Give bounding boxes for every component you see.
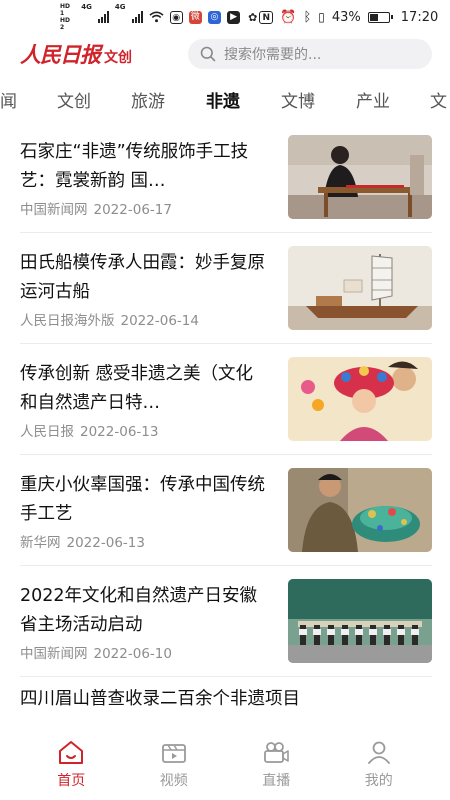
tab-intangible-heritage[interactable]: 非遗 <box>206 87 240 112</box>
wifi-icon <box>148 11 164 23</box>
article-thumbnail-artisan <box>288 135 432 219</box>
tab-industry[interactable]: 产业 <box>356 87 390 112</box>
clock: 17:20 <box>400 9 439 25</box>
article-card[interactable]: 四川眉山普查收录二百余个非遗项目 <box>20 677 432 730</box>
article-meta: 中国新闻网 2022-06-17 <box>20 198 172 218</box>
alarm-icon: ⏰ <box>280 9 297 25</box>
sim-indicator: HD 1 HD 2 <box>60 3 75 31</box>
network-type-2: 4G <box>114 3 126 11</box>
tab-label: 文博 <box>281 92 315 112</box>
article-card[interactable]: 重庆小伙辜国强：传承中国传统手工艺 新华网 2022-06-13 <box>20 455 432 565</box>
nav-label: 直播 <box>262 773 291 789</box>
article-card[interactable]: 石家庄“非遗”传统服饰手工技艺：霓裳新韵 国… 中国新闻网 2022-06-17 <box>20 122 432 232</box>
article-meta: 新华网 2022-06-13 <box>20 531 145 551</box>
tab-label: 旅游 <box>131 92 165 112</box>
person-icon <box>364 738 394 766</box>
tab-wenchuang[interactable]: 文创 <box>57 87 91 112</box>
article-feed: 石家庄“非遗”传统服饰手工技艺：霓裳新韵 国… 中国新闻网 2022-06-17 … <box>0 122 450 730</box>
tab-news[interactable]: 闻 <box>0 87 17 112</box>
status-bar: HD 1 HD 2 4G 4G ◉ 微 ◎ ▶ ✿ N ⏰ ᛒ ▯ 43% 17… <box>0 0 450 34</box>
nav-live[interactable]: 直播 <box>241 738 311 800</box>
vibrate-icon: ▯ <box>318 10 325 24</box>
article-thumbnail-craftsman <box>288 468 432 552</box>
huawei-icon: ✿ <box>248 10 258 24</box>
article-card[interactable]: 田氏船模传承人田霞：妙手复原运河古船 人民日报海外版 2022-06-14 <box>20 233 432 343</box>
notification-app-icon: ◉ <box>169 10 183 24</box>
camera-icon <box>261 738 291 766</box>
nfc-icon: N <box>259 10 274 24</box>
video-icon <box>159 738 189 766</box>
battery-fill <box>369 13 379 21</box>
article-card[interactable]: 2022年文化和自然遗产日安徽省主场活动启动 中国新闻网 2022-06-10 <box>20 566 432 676</box>
tab-label: 闻 <box>0 92 17 112</box>
article-date: 2022-06-17 <box>93 202 172 218</box>
app-logo[interactable]: 人民日报 文创 <box>20 39 180 69</box>
article-title: 四川眉山普查收录二百余个非遗项目 <box>20 689 300 709</box>
signal-icon <box>97 11 109 23</box>
battery-icon <box>367 11 393 23</box>
logo-sub-text: 文创 <box>104 50 132 66</box>
nav-label: 视频 <box>159 773 188 789</box>
tab-label: 非遗 <box>206 92 240 112</box>
tab-culture[interactable]: 文 <box>430 87 447 112</box>
nav-label: 我的 <box>364 773 393 789</box>
home-icon <box>56 738 86 766</box>
battery-percent: 43% <box>331 9 361 25</box>
app-header: 人民日报 文创 搜索你需要的... <box>0 34 450 74</box>
article-title: 重庆小伙辜国强：传承中国传统手工艺 <box>20 475 265 524</box>
tab-label: 产业 <box>356 92 390 112</box>
article-date: 2022-06-13 <box>80 424 159 440</box>
logo-main-text: 人民日报 <box>20 42 101 67</box>
play-app-icon: ▶ <box>227 10 241 24</box>
tab-label: 文创 <box>57 92 91 112</box>
article-date: 2022-06-13 <box>66 535 145 551</box>
search-placeholder: 搜索你需要的... <box>224 47 322 63</box>
baidu-icon: ◎ <box>207 10 221 24</box>
nav-video[interactable]: 视频 <box>139 738 209 800</box>
tab-travel[interactable]: 旅游 <box>131 87 165 112</box>
weibo-icon: 微 <box>188 10 202 24</box>
status-right: N ⏰ ᛒ ▯ 43% 17:20 <box>259 10 438 25</box>
search-bar[interactable]: 搜索你需要的... <box>188 39 432 69</box>
article-source: 新华网 <box>20 535 61 551</box>
bluetooth-icon: ᛒ <box>303 9 312 25</box>
article-source: 中国新闻网 <box>20 202 88 218</box>
article-meta: 人民日报 2022-06-13 <box>20 420 158 440</box>
article-source: 人民日报海外版 <box>20 313 115 329</box>
tab-museum[interactable]: 文博 <box>281 87 315 112</box>
article-title: 田氏船模传承人田霞：妙手复原运河古船 <box>20 253 265 302</box>
bottom-navigation: 首页 视频 直播 我的 <box>0 730 450 800</box>
network-type-1: 4G <box>81 3 92 11</box>
nav-label: 首页 <box>57 773 86 789</box>
article-title: 传承创新 感受非遗之美（文化和自然遗产日特… <box>20 364 254 413</box>
article-source: 中国新闻网 <box>20 646 88 662</box>
search-icon <box>200 46 216 62</box>
nav-home[interactable]: 首页 <box>36 738 106 800</box>
article-thumbnail-opera <box>288 357 432 441</box>
article-thumbnail-ship-model <box>288 246 432 330</box>
status-left: HD 1 HD 2 4G 4G ◉ 微 ◎ ▶ ✿ <box>60 3 259 31</box>
article-meta: 中国新闻网 2022-06-10 <box>20 642 172 662</box>
hd1-label: HD 1 <box>60 3 71 17</box>
article-card[interactable]: 传承创新 感受非遗之美（文化和自然遗产日特… 人民日报 2022-06-13 <box>20 344 432 454</box>
article-meta: 人民日报海外版 2022-06-14 <box>20 309 199 329</box>
signal-icon <box>131 11 143 23</box>
category-tabs: 闻 文创 旅游 非遗 文博 产业 文 <box>0 82 450 116</box>
nav-profile[interactable]: 我的 <box>344 738 414 800</box>
article-title: 2022年文化和自然遗产日安徽省主场活动启动 <box>20 586 258 635</box>
article-title: 石家庄“非遗”传统服饰手工技艺：霓裳新韵 国… <box>20 142 249 191</box>
article-source: 人民日报 <box>20 424 74 440</box>
article-date: 2022-06-10 <box>93 646 172 662</box>
article-date: 2022-06-14 <box>120 313 199 329</box>
hd2-label: HD 2 <box>60 17 71 31</box>
article-thumbnail-ceremony <box>288 579 432 663</box>
tab-label: 文 <box>430 92 447 112</box>
